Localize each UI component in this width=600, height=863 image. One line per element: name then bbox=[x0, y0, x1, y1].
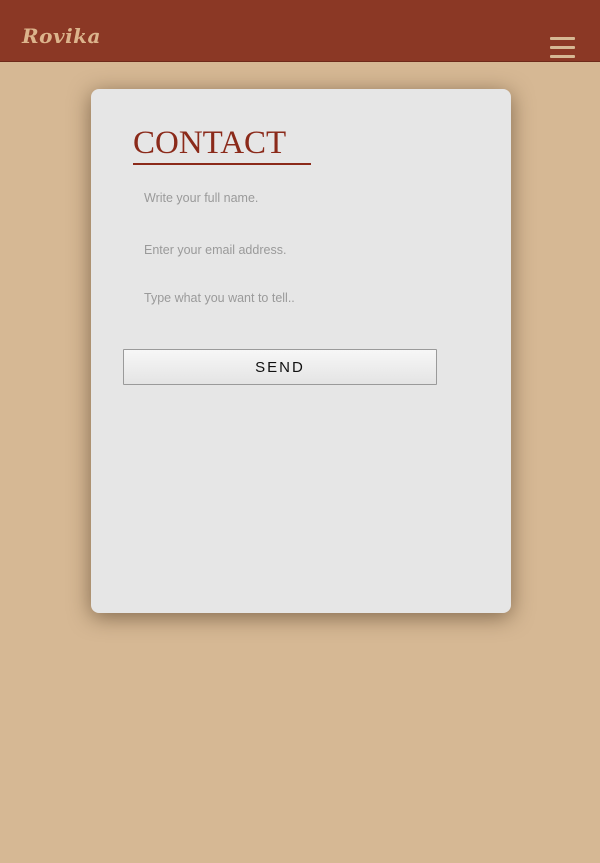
email-input[interactable] bbox=[133, 239, 433, 261]
send-button[interactable]: SEND bbox=[123, 349, 437, 385]
menu-bar-bottom bbox=[550, 55, 575, 58]
full-name-input[interactable] bbox=[133, 187, 433, 209]
top-navigation-bar: Rovika bbox=[0, 0, 600, 62]
title-underline bbox=[133, 163, 311, 165]
menu-bar-middle bbox=[550, 46, 575, 49]
page-title: CONTACT bbox=[133, 125, 287, 161]
menu-bar-top bbox=[550, 37, 575, 40]
hamburger-menu-icon[interactable] bbox=[550, 37, 575, 59]
brand-logo[interactable]: Rovika bbox=[22, 24, 101, 48]
message-textarea[interactable] bbox=[133, 291, 433, 313]
contact-card: CONTACT SEND bbox=[91, 89, 511, 613]
